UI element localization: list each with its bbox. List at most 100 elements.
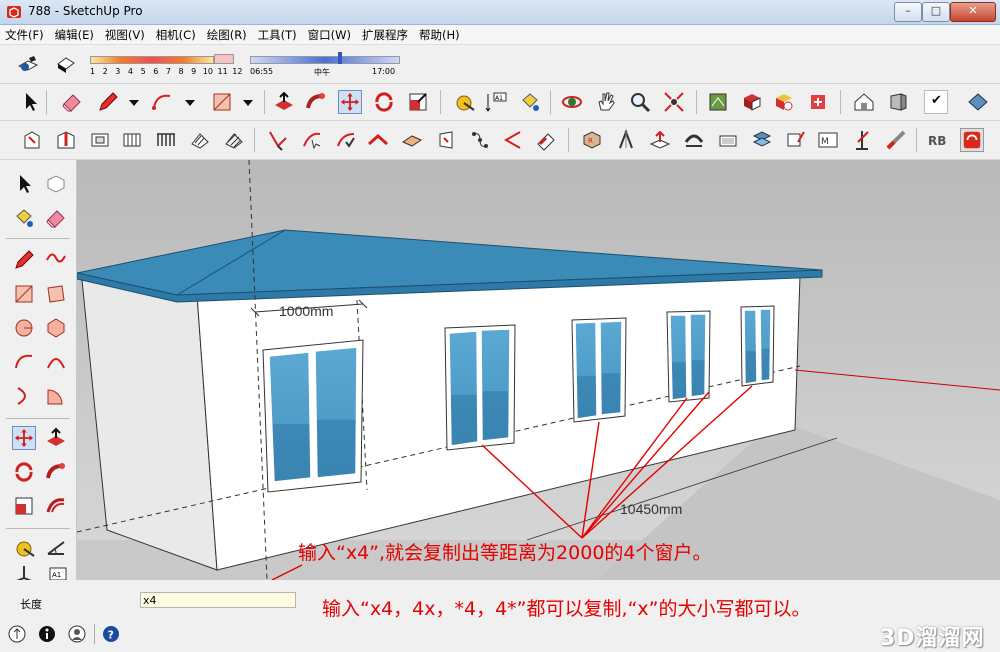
- paint-bucket-icon[interactable]: [12, 206, 36, 230]
- orbit-icon[interactable]: [560, 90, 584, 114]
- plugin-tool-18-icon[interactable]: [614, 128, 638, 152]
- eraser-icon[interactable]: [60, 90, 84, 114]
- pencil-line-icon[interactable]: [96, 90, 120, 114]
- plugin-tool-19-icon[interactable]: [648, 128, 672, 152]
- shadow-time-slider[interactable]: 06:55 中午 17:00: [248, 49, 402, 85]
- arc-icon[interactable]: [12, 350, 36, 374]
- follow-me-icon[interactable]: [44, 460, 68, 484]
- rotate-icon[interactable]: [372, 90, 396, 114]
- plugin-tool-27-icon[interactable]: RB: [926, 128, 950, 152]
- plugin-tool-9-icon[interactable]: [300, 128, 324, 152]
- pencil-line-icon[interactable]: [12, 248, 36, 272]
- plugin-tool-13-icon[interactable]: [434, 128, 458, 152]
- pan-hand-icon[interactable]: [594, 90, 618, 114]
- arc-icon[interactable]: [150, 90, 174, 114]
- sketchup-extension-icon[interactable]: [960, 128, 984, 152]
- solid-tools-icon[interactable]: [966, 90, 990, 114]
- push-pull-icon[interactable]: [272, 90, 296, 114]
- plugin-tool-20-icon[interactable]: [682, 128, 706, 152]
- menu-window[interactable]: 窗口(W): [303, 25, 357, 43]
- extension-warehouse-icon[interactable]: [806, 90, 830, 114]
- share-model-icon[interactable]: [772, 90, 796, 114]
- plugin-tool-4-icon[interactable]: [120, 128, 144, 152]
- tape-measure-icon[interactable]: [452, 90, 476, 114]
- plugin-tool-21-icon[interactable]: [716, 128, 740, 152]
- freehand-icon[interactable]: [44, 248, 68, 272]
- menu-camera[interactable]: 相机(C): [151, 25, 202, 43]
- select-arrow-icon[interactable]: [12, 172, 36, 196]
- geo-location-icon[interactable]: [8, 625, 26, 643]
- select-arrow-icon[interactable]: [18, 90, 42, 114]
- components-icon[interactable]: [740, 90, 764, 114]
- plugin-tool-8-icon[interactable]: [266, 128, 290, 152]
- two-point-arc-icon[interactable]: [44, 350, 68, 374]
- menu-edit[interactable]: 编辑(E): [50, 25, 100, 43]
- circle-icon[interactable]: [12, 316, 36, 340]
- plugin-tool-14-icon[interactable]: [468, 128, 492, 152]
- move-tool-icon[interactable]: [338, 90, 362, 114]
- info-icon[interactable]: [38, 625, 56, 643]
- menu-file[interactable]: 文件(F): [0, 25, 50, 43]
- plugin-tool-17-icon[interactable]: R: [580, 128, 604, 152]
- menu-extensions[interactable]: 扩展程序: [357, 25, 414, 43]
- offset-icon[interactable]: [44, 494, 68, 518]
- plugin-tool-26-icon[interactable]: [884, 128, 908, 152]
- plugin-tool-6-icon[interactable]: [188, 128, 212, 152]
- rectangle-icon[interactable]: [210, 90, 234, 114]
- plugin-tool-3-icon[interactable]: [88, 128, 112, 152]
- 3d-warehouse-icon[interactable]: [706, 90, 730, 114]
- scale-icon[interactable]: [12, 494, 36, 518]
- move-tool-icon[interactable]: [12, 426, 36, 450]
- make-component-icon[interactable]: [44, 172, 68, 196]
- shadow-toggle-icon[interactable]: [54, 52, 78, 76]
- scale-icon[interactable]: [406, 90, 430, 114]
- protractor-icon[interactable]: [44, 536, 68, 560]
- menu-tools[interactable]: 工具(T): [253, 25, 303, 43]
- plugin-tool-1-icon[interactable]: [20, 128, 44, 152]
- pie-icon[interactable]: [44, 384, 68, 408]
- chevron-down-icon[interactable]: [236, 90, 260, 114]
- plugin-tool-23-icon[interactable]: [784, 128, 808, 152]
- checkbox-toggle[interactable]: ✔: [924, 90, 948, 114]
- menu-help[interactable]: 帮助(H): [414, 25, 466, 43]
- house-view-icon[interactable]: [852, 90, 876, 114]
- maximize-button[interactable]: □: [922, 2, 950, 22]
- three-point-arc-icon[interactable]: [12, 384, 36, 408]
- plugin-tool-2-icon[interactable]: [54, 128, 78, 152]
- eraser-icon[interactable]: [44, 206, 68, 230]
- plugin-tool-25-icon[interactable]: [850, 128, 874, 152]
- dimension-icon[interactable]: A1: [484, 90, 508, 114]
- follow-me-icon[interactable]: [304, 90, 328, 114]
- chevron-down-icon[interactable]: [122, 90, 146, 114]
- paint-bucket-icon[interactable]: [518, 90, 542, 114]
- plugin-tool-15-icon[interactable]: [500, 128, 524, 152]
- plugin-tool-22-icon[interactable]: [750, 128, 774, 152]
- rectangle-icon[interactable]: [12, 282, 36, 306]
- zoom-icon[interactable]: [628, 90, 652, 114]
- zoom-extents-icon[interactable]: [662, 90, 686, 114]
- menu-draw[interactable]: 绘图(R): [202, 25, 253, 43]
- close-button[interactable]: ✕: [950, 2, 996, 22]
- rotated-rectangle-icon[interactable]: [44, 282, 68, 306]
- shadow-settings-icon[interactable]: [16, 52, 40, 76]
- minimize-button[interactable]: –: [894, 2, 922, 22]
- user-account-icon[interactable]: [68, 625, 86, 643]
- rotate-icon[interactable]: [12, 460, 36, 484]
- plugin-tool-11-icon[interactable]: [366, 128, 390, 152]
- plugin-tool-10-icon[interactable]: [334, 128, 358, 152]
- plugin-tool-7-icon[interactable]: [222, 128, 246, 152]
- plugin-tool-12-icon[interactable]: [400, 128, 424, 152]
- shadow-date-slider[interactable]: 1 2 3 4 5 6 7 8 9 10 11 12: [88, 49, 242, 85]
- plugin-tool-24-icon[interactable]: M: [816, 128, 840, 152]
- plugin-tool-5-icon[interactable]: [154, 128, 178, 152]
- layers-icon[interactable]: [886, 90, 910, 114]
- model-viewport[interactable]: 1000mm 10450mm: [77, 160, 1000, 580]
- plugin-tool-16-icon[interactable]: [534, 128, 558, 152]
- tape-measure-icon[interactable]: [12, 536, 36, 560]
- menu-view[interactable]: 视图(V): [100, 25, 151, 43]
- push-pull-icon[interactable]: [44, 426, 68, 450]
- measurements-input[interactable]: x4: [140, 592, 296, 608]
- chevron-down-icon[interactable]: [178, 90, 202, 114]
- help-icon[interactable]: ?: [102, 625, 120, 643]
- polygon-icon[interactable]: [44, 316, 68, 340]
